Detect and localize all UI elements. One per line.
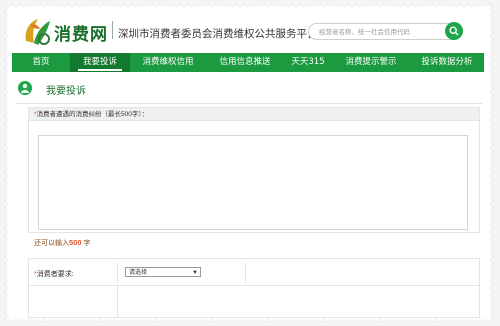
main-nav: 首页 我要投诉 消费维权信用 信用信息推送 天天315 消费提示警示 投诉数据分… — [12, 53, 484, 72]
logo-mark-icon — [25, 19, 50, 45]
frame-edge-left — [3, 5, 9, 321]
search-icon — [449, 26, 459, 36]
column-separator — [117, 286, 118, 318]
nav-item-home[interactable]: 首页 — [12, 53, 70, 72]
nav-item-315[interactable]: 天天315 — [284, 53, 332, 72]
site-header: 消费网 深圳市消费者委员会消费维权公共服务平台 经营者名称、统一社会信用代码 — [12, 9, 484, 51]
dropdown-arrow-icon: ▼ — [192, 270, 198, 276]
frame-edge-right — [489, 5, 495, 321]
nav-item-info-push[interactable]: 信用信息推送 — [206, 53, 284, 72]
nav-item-data[interactable]: 投诉数据分析 — [410, 53, 484, 72]
section-title: 我要投诉 — [46, 86, 86, 97]
site-logo[interactable]: 消费网 — [20, 11, 110, 49]
nav-item-credit[interactable]: 消费维权信用 — [130, 53, 206, 72]
column-separator — [245, 263, 246, 283]
user-icon — [18, 81, 32, 95]
nav-item-tips[interactable]: 消费提示警示 — [332, 53, 410, 72]
dispute-description-header: *消费者遭遇的消费纠纷（最长500字）： — [28, 107, 480, 121]
consumer-request-select-value: 请选择 — [129, 270, 148, 276]
dispute-description-label: 消费者遭遇的消费纠纷（最长500字）： — [36, 111, 149, 118]
dispute-description-textarea[interactable] — [38, 135, 468, 230]
search-input[interactable]: 经营者名称、统一社会信用代码 — [308, 23, 462, 40]
char-counter-suffix: 字 — [83, 240, 91, 247]
consumer-request-label: 消费者要求: — [36, 271, 74, 278]
section-divider — [16, 103, 482, 104]
char-counter-prefix: 还可以输入 — [34, 240, 69, 247]
header-divider — [112, 21, 113, 39]
nav-item-complaint[interactable]: 我要投诉 — [70, 53, 130, 72]
char-counter: 还可以输入500 字 — [34, 238, 90, 248]
site-tagline: 深圳市消费者委员会消费维权公共服务平台 — [118, 28, 318, 40]
search-button[interactable] — [445, 22, 463, 40]
section-header: 我要投诉 — [18, 80, 480, 100]
consumer-request-row: *消费者要求: 请选择 ▼ — [28, 258, 480, 286]
logo-text: 消费网 — [54, 25, 108, 45]
form-next-row — [28, 286, 480, 318]
consumer-request-select[interactable]: 请选择 ▼ — [125, 267, 201, 277]
column-separator — [117, 263, 118, 283]
char-counter-value: 500 — [69, 238, 82, 247]
consumer-request-label-wrap: *消费者要求: — [34, 269, 74, 279]
